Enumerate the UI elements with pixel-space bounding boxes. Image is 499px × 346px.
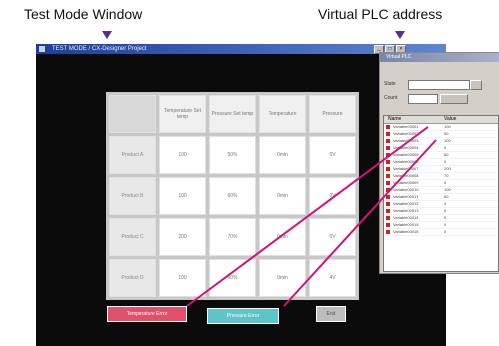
connector-line-pressure [283, 139, 437, 307]
connector-lines [186, 126, 437, 307]
